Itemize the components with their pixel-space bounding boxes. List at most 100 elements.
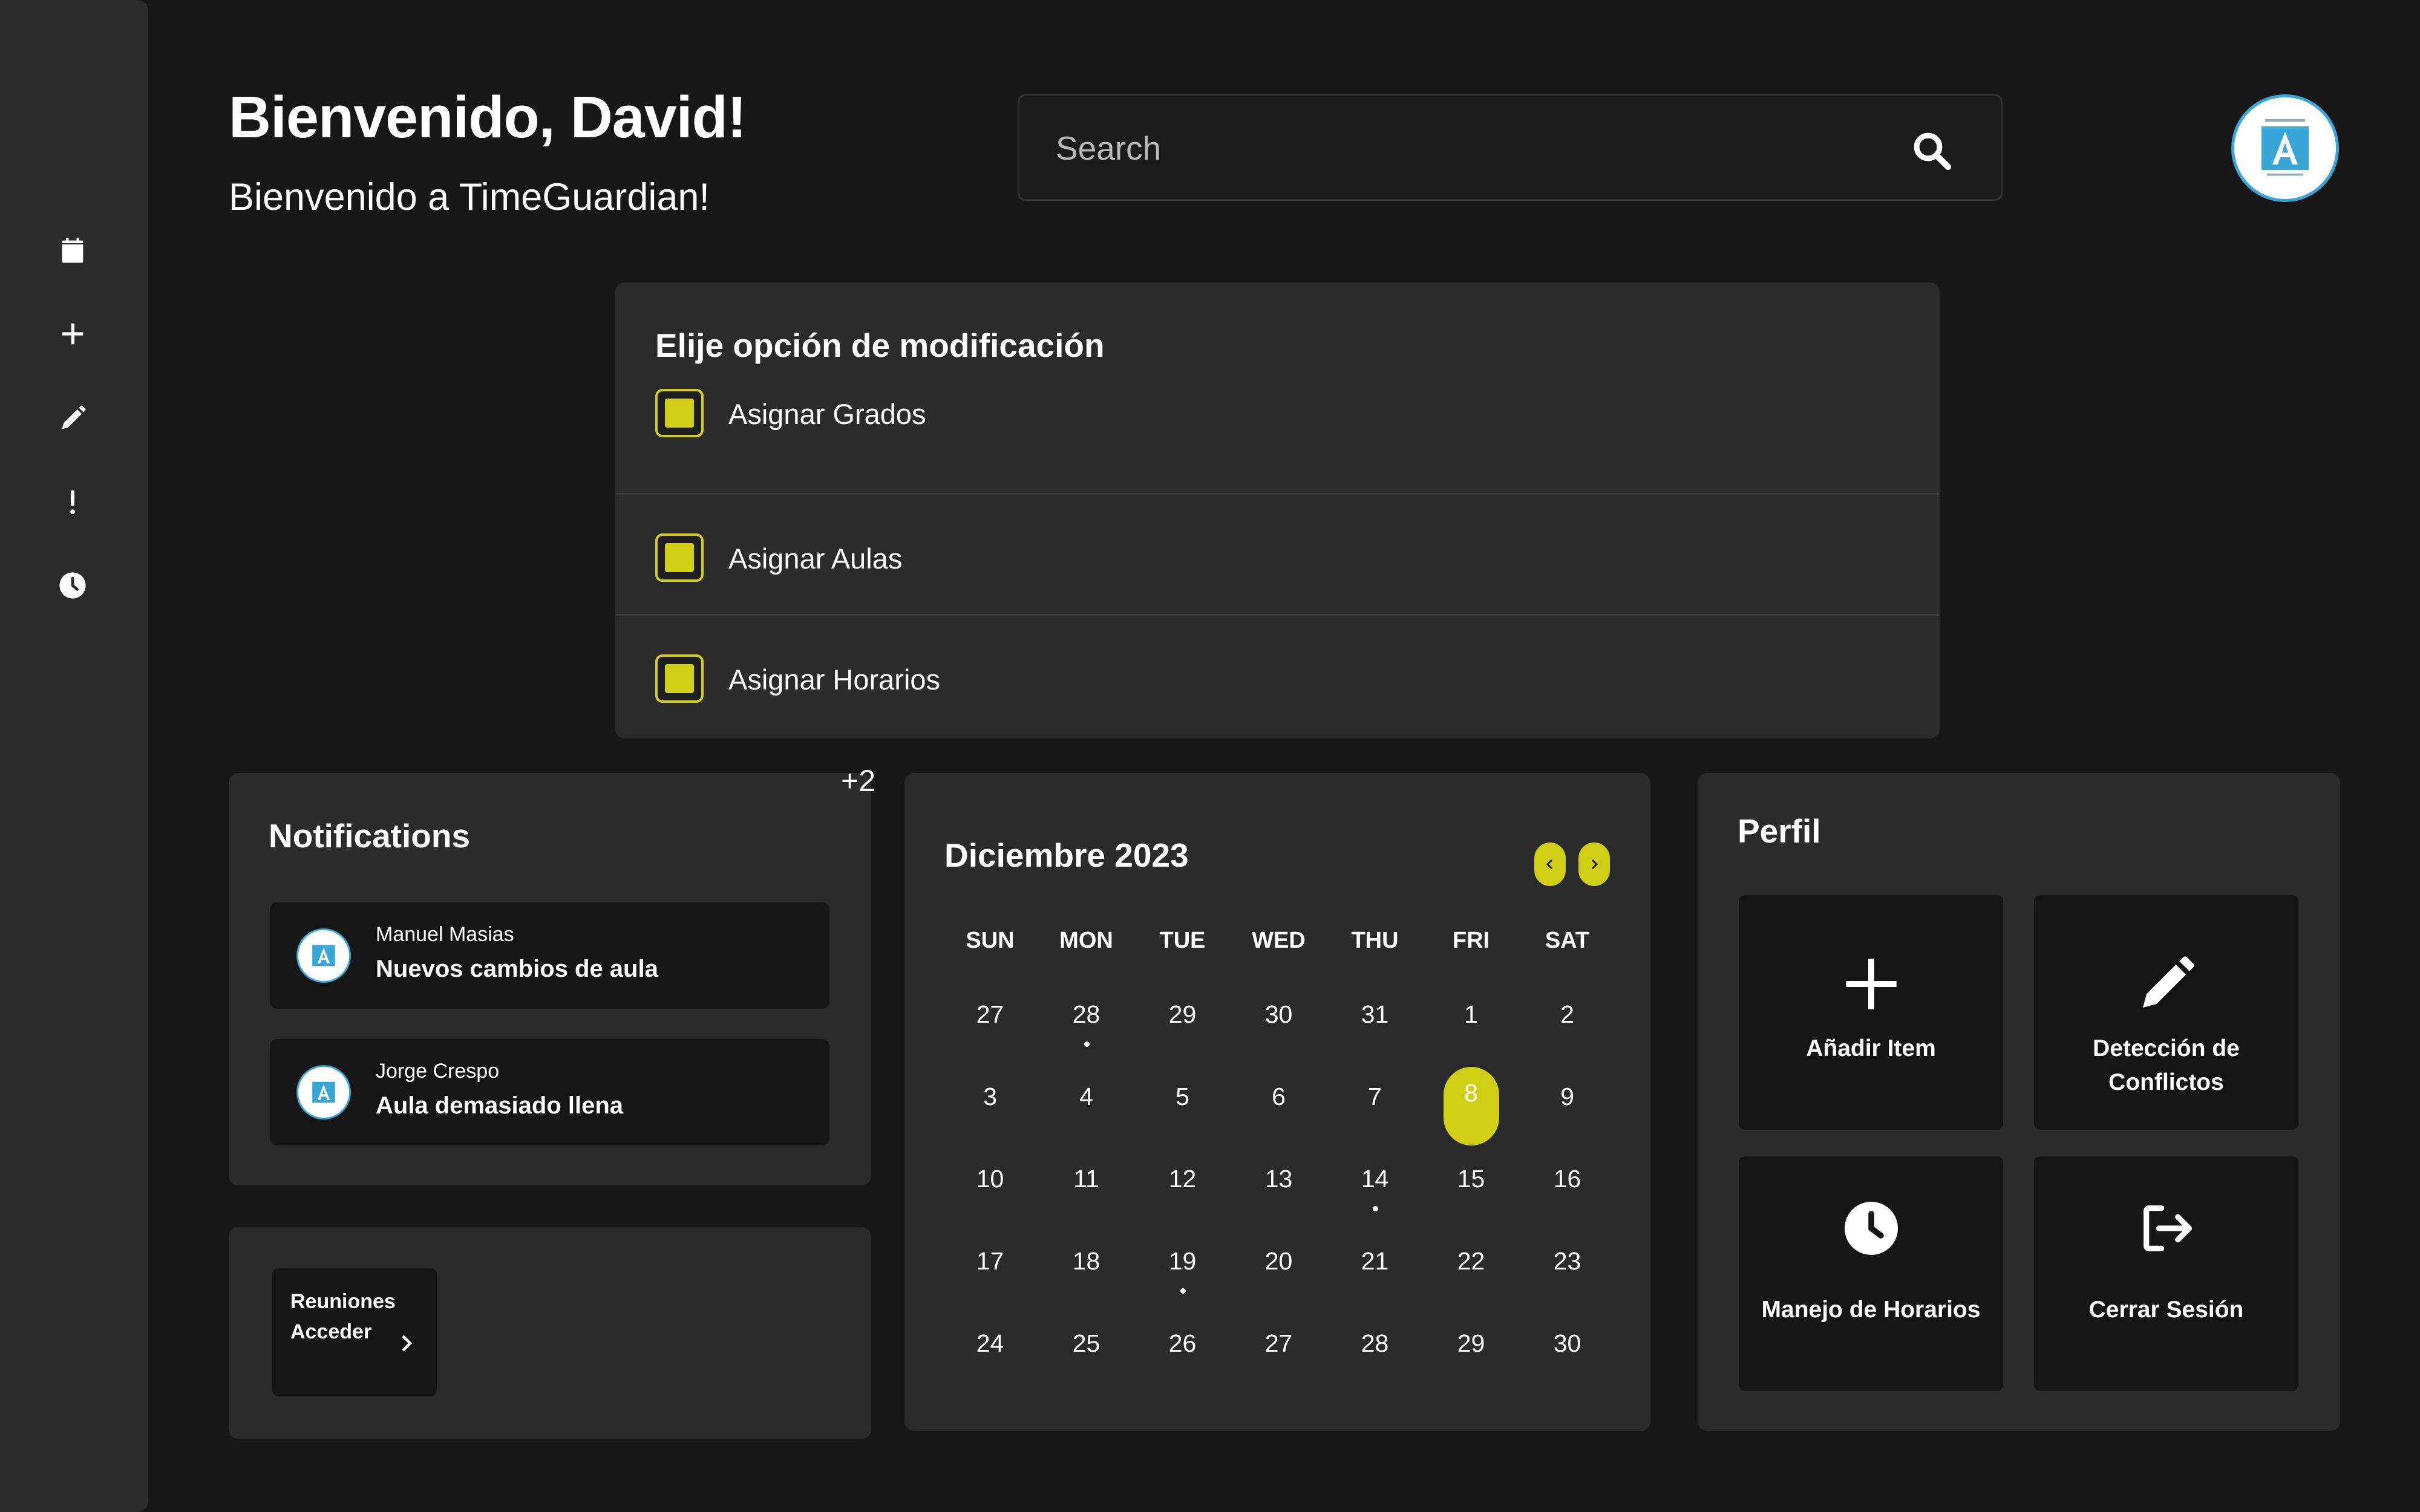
meetings-access-button[interactable]: Reuniones Acceder <box>272 1268 437 1396</box>
calendar-day-number: 27 <box>976 1000 1004 1028</box>
sidebar-item-add[interactable] <box>54 316 91 352</box>
calendar-day[interactable]: 7 <box>1327 1079 1423 1161</box>
calendar-day-number: 7 <box>1368 1083 1382 1110</box>
calendar-day-number: 24 <box>976 1329 1004 1357</box>
tile-label: Detección de Conflictos <box>2093 1035 2240 1095</box>
logo-icon <box>312 945 335 966</box>
schedule-management-button[interactable]: Manejo de Horarios <box>1739 1156 2003 1391</box>
calendar-day-number: 29 <box>1168 1000 1197 1028</box>
calendar-day[interactable]: 18 <box>1038 1243 1134 1326</box>
calendar-day[interactable]: 21 <box>1327 1243 1423 1326</box>
calendar-day[interactable]: 14 <box>1327 1161 1423 1243</box>
logo-icon <box>312 1081 335 1103</box>
sidebar-item-edit[interactable] <box>54 400 91 437</box>
clock-icon <box>59 572 86 599</box>
calendar-weekday-sat: SAT <box>1545 928 1590 953</box>
calendar-day[interactable]: 10 <box>942 1161 1038 1243</box>
calendar-day[interactable]: 17 <box>942 1243 1038 1326</box>
page-title: Bienvenido, David! <box>229 84 747 150</box>
calendar-day[interactable]: 20 <box>1231 1243 1327 1326</box>
profile-card: Perfil Añadir Item Detección de Conflict… <box>1698 773 2340 1431</box>
checkbox[interactable] <box>655 654 704 703</box>
clock-icon <box>1838 1195 1905 1262</box>
logout-icon <box>2133 1195 2200 1262</box>
meetings-access-label: Acceder <box>290 1320 372 1343</box>
calendar-month-title: Diciembre 2023 <box>944 836 1189 874</box>
notifications-card: Notifications Manuel Masias Nuevos cambi… <box>229 773 871 1185</box>
calendar-day[interactable]: 6 <box>1231 1079 1327 1161</box>
calendar-weekday-wed: WED <box>1252 928 1306 953</box>
conflict-detection-button[interactable]: Detección de Conflictos <box>2034 895 2298 1130</box>
calendar-prev-button[interactable] <box>1534 842 1566 886</box>
calendar-day[interactable]: 11 <box>1038 1161 1134 1243</box>
calendar-day-number: 19 <box>1168 1247 1197 1275</box>
calendar-day[interactable]: 27 <box>942 997 1038 1079</box>
checkbox[interactable] <box>655 533 704 582</box>
calendar-day[interactable]: 30 <box>1519 1326 1615 1408</box>
calendar-day[interactable]: 12 <box>1134 1161 1231 1243</box>
sidebar-item-alerts[interactable] <box>54 484 91 520</box>
notifications-more-count[interactable]: +2 <box>841 763 875 798</box>
sidebar-item-schedule[interactable] <box>54 567 91 604</box>
option-label: Asignar Horarios <box>728 663 941 696</box>
calendar-day[interactable]: 24 <box>942 1326 1038 1408</box>
calendar-day[interactable]: 8 <box>1423 1067 1519 1161</box>
checkbox[interactable] <box>655 389 704 437</box>
option-asignar-grados[interactable]: Asignar Grados <box>615 373 1940 494</box>
avatar[interactable] <box>2231 94 2339 202</box>
calendar-day-number: 11 <box>1073 1165 1099 1193</box>
search-icon <box>1914 132 1952 171</box>
calendar-day[interactable]: 16 <box>1519 1161 1615 1243</box>
calendar-day-number: 8 <box>1464 1079 1478 1107</box>
option-asignar-horarios[interactable]: Asignar Horarios <box>615 614 1940 735</box>
calendar-day[interactable]: 27 <box>1231 1326 1327 1408</box>
calendar-day[interactable]: 13 <box>1231 1161 1327 1243</box>
calendar-day-number: 6 <box>1272 1083 1286 1110</box>
calendar-day[interactable]: 29 <box>1423 1326 1519 1408</box>
search-button[interactable] <box>1909 128 1955 174</box>
modification-card: Elije opción de modificación Asignar Gra… <box>615 282 1940 738</box>
calendar-day-number: 13 <box>1264 1165 1293 1193</box>
calendar-day-number: 16 <box>1553 1165 1581 1193</box>
calendar-day[interactable]: 2 <box>1519 997 1615 1079</box>
calendar-day-number: 20 <box>1264 1247 1293 1275</box>
calendar-day[interactable]: 3 <box>942 1079 1038 1161</box>
calendar-day[interactable]: 26 <box>1134 1326 1231 1408</box>
calendar-day[interactable]: 19 <box>1134 1243 1231 1326</box>
pencil-icon <box>2133 951 2200 1017</box>
search-bar <box>1018 94 2003 201</box>
calendar-day[interactable]: 30 <box>1231 997 1327 1079</box>
plus-icon <box>1838 951 1905 1017</box>
calendar-day[interactable]: 29 <box>1134 997 1231 1079</box>
search-input[interactable] <box>1056 120 1872 176</box>
add-item-button[interactable]: Añadir Item <box>1739 895 2003 1130</box>
calendar-next-button[interactable] <box>1578 842 1610 886</box>
logo-icon <box>2261 119 2309 176</box>
sidebar-item-calendar[interactable] <box>54 233 91 269</box>
calendar-day-number: 9 <box>1560 1083 1574 1110</box>
calendar-day[interactable]: 15 <box>1423 1161 1519 1243</box>
calendar-day[interactable]: 28 <box>1327 1326 1423 1408</box>
calendar-day[interactable]: 22 <box>1423 1243 1519 1326</box>
calendar-day[interactable]: 28 <box>1038 997 1134 1079</box>
calendar-weekday-mon: MON <box>1059 928 1113 953</box>
option-asignar-aulas[interactable]: Asignar Aulas <box>615 493 1940 614</box>
notification-message: Aula demasiado llena <box>376 1092 624 1119</box>
event-dot <box>1180 1288 1186 1294</box>
calendar-day-number: 17 <box>976 1247 1004 1275</box>
calendar-day[interactable]: 25 <box>1038 1326 1134 1408</box>
calendar-weekday-thu: THU <box>1351 928 1399 953</box>
option-label: Asignar Aulas <box>728 543 903 575</box>
logout-button[interactable]: Cerrar Sesión <box>2034 1156 2298 1391</box>
calendar-grid: SUN MON TUE WED THU FRI SAT 27 28 29 30 31 1 2 3 4 5 6 7 8 9… <box>942 924 1615 1408</box>
calendar-day[interactable]: 31 <box>1327 997 1423 1079</box>
notification-item[interactable]: Manuel Masias Nuevos cambios de aula <box>270 902 829 1009</box>
calendar-day[interactable]: 9 <box>1519 1079 1615 1161</box>
calendar-weekday-fri: FRI <box>1452 928 1490 953</box>
calendar-day[interactable]: 23 <box>1519 1243 1615 1326</box>
notification-item[interactable]: Jorge Crespo Aula demasiado llena <box>270 1039 829 1145</box>
calendar-day[interactable]: 5 <box>1134 1079 1231 1161</box>
option-label: Asignar Grados <box>728 398 926 430</box>
calendar-day[interactable]: 4 <box>1038 1079 1134 1161</box>
calendar-day-number: 3 <box>983 1083 997 1110</box>
